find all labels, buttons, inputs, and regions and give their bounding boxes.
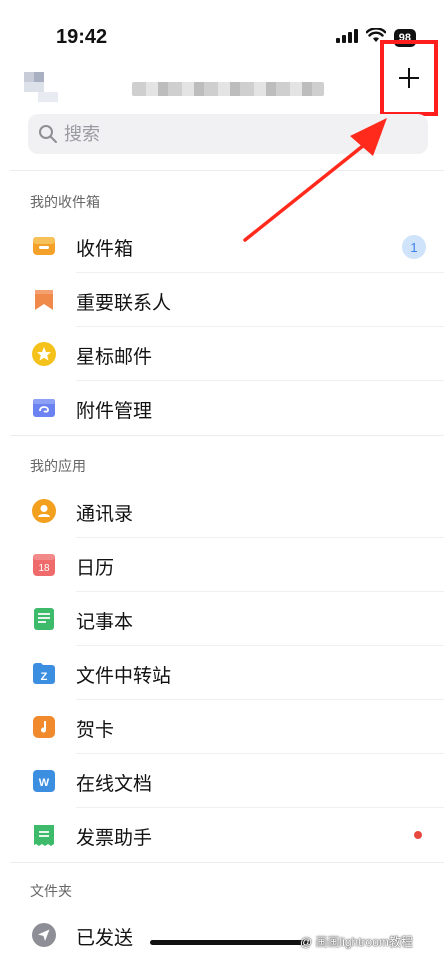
list-item-invoice-assistant[interactable]: 发票助手 — [0, 808, 444, 862]
home-indicator[interactable] — [150, 940, 310, 945]
invoice-icon — [32, 823, 56, 847]
list-item-notepad[interactable]: 记事本 — [0, 592, 444, 646]
add-highlight-box — [380, 40, 438, 116]
file-transfer-label: 文件中转站 — [76, 666, 172, 687]
list-item-contacts[interactable]: 通讯录 — [0, 484, 444, 538]
search-input[interactable] — [64, 123, 384, 145]
calendar-label: 日历 — [76, 558, 115, 579]
section-label-folders: 文件夹 — [30, 883, 72, 899]
list-item-important-contacts[interactable]: 重要联系人 — [0, 273, 444, 327]
mailbox-header — [0, 60, 444, 112]
list-item-online-docs[interactable]: W 在线文档 — [0, 754, 444, 808]
svg-text:W: W — [39, 777, 50, 789]
inbox-icon — [32, 234, 56, 258]
watermark: @ 画画lightroom教程 — [300, 935, 413, 949]
notification-dot — [414, 831, 422, 839]
greeting-card-label: 贺卡 — [76, 720, 115, 741]
account-name-blurred — [132, 82, 324, 96]
add-button[interactable] — [397, 66, 421, 90]
svg-text:18: 18 — [38, 563, 50, 574]
svg-text:Z: Z — [41, 671, 48, 683]
list-item-calendar[interactable]: 18 日历 — [0, 538, 444, 592]
contacts-label: 通讯录 — [76, 504, 134, 525]
attachment-icon — [32, 396, 56, 420]
search-icon — [38, 124, 58, 144]
sent-icon — [32, 923, 56, 947]
inbox-label: 收件箱 — [76, 239, 134, 260]
list-item-greeting-card[interactable]: 贺卡 — [0, 700, 444, 754]
attachments-label: 附件管理 — [76, 401, 153, 422]
online-doc-icon: W — [32, 769, 56, 793]
star-icon — [32, 342, 56, 366]
avatar[interactable] — [24, 72, 60, 102]
plus-icon — [399, 68, 419, 88]
notepad-icon — [32, 607, 56, 631]
unread-count-badge: 1 — [402, 235, 426, 259]
online-docs-label: 在线文档 — [76, 774, 153, 795]
invoice-assistant-label: 发票助手 — [76, 828, 153, 849]
important-contacts-label: 重要联系人 — [76, 293, 172, 314]
cellular-signal-icon — [335, 28, 358, 48]
calendar-icon: 18 — [32, 553, 56, 577]
list-item-file-transfer[interactable]: Z 文件中转站 — [0, 646, 444, 700]
list-item-starred-mail[interactable]: 星标邮件 — [0, 327, 444, 381]
list-item-inbox[interactable]: 收件箱 1 — [0, 219, 444, 273]
search-bar[interactable] — [28, 114, 428, 154]
status-time: 19:42 — [56, 26, 108, 48]
file-transfer-icon: Z — [32, 661, 56, 685]
greeting-card-icon — [32, 715, 56, 739]
sent-label: 已发送 — [76, 928, 134, 949]
list-item-attachments[interactable]: 附件管理 — [0, 381, 444, 435]
notepad-label: 记事本 — [76, 612, 134, 633]
contacts-icon — [32, 499, 56, 523]
divider — [10, 170, 444, 171]
bookmark-icon — [32, 288, 56, 312]
starred-mail-label: 星标邮件 — [76, 347, 153, 368]
section-label-apps: 我的应用 — [30, 458, 86, 474]
section-label-inbox: 我的收件箱 — [30, 194, 100, 210]
